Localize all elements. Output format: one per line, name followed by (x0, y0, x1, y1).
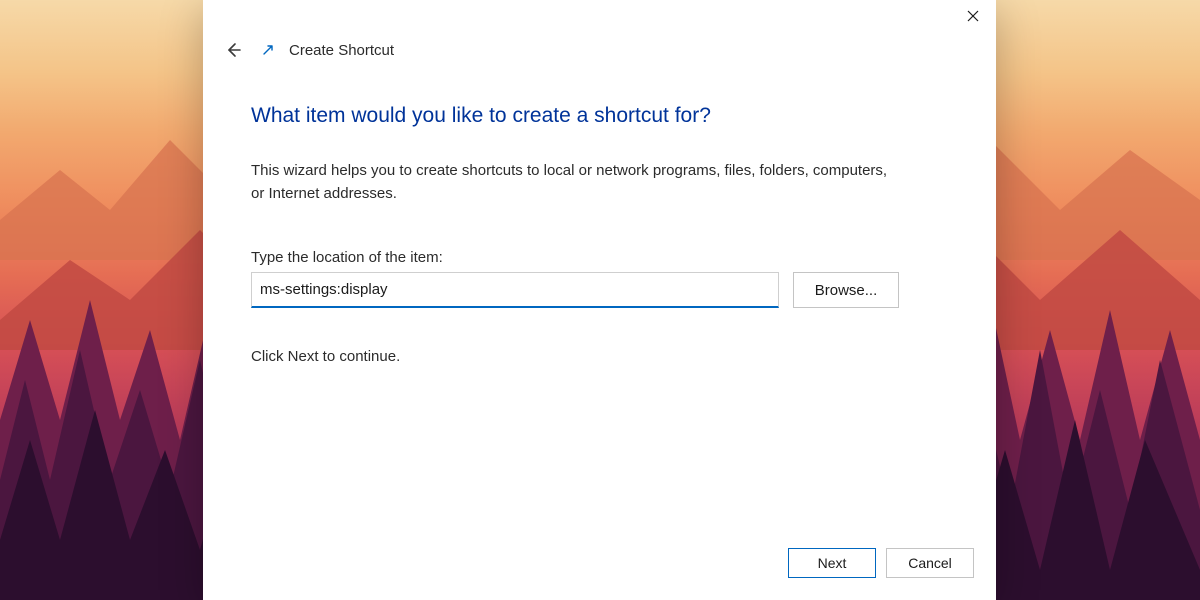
back-button[interactable] (219, 36, 247, 64)
dialog-content: What item would you like to create a sho… (203, 64, 996, 540)
location-label: Type the location of the item: (251, 249, 948, 266)
dialog-footer: Next Cancel (203, 540, 996, 600)
wizard-description: This wizard helps you to create shortcut… (251, 160, 891, 205)
browse-button[interactable]: Browse... (793, 272, 899, 308)
close-icon (967, 10, 979, 22)
dialog-header: Create Shortcut (203, 32, 996, 64)
cancel-button[interactable]: Cancel (886, 548, 974, 578)
continue-hint: Click Next to continue. (251, 348, 948, 365)
back-arrow-icon (224, 41, 242, 59)
next-button[interactable]: Next (788, 548, 876, 578)
dialog-title: Create Shortcut (289, 42, 394, 59)
location-row: Browse... (251, 272, 948, 308)
close-button[interactable] (950, 0, 996, 32)
create-shortcut-dialog: Create Shortcut What item would you like… (203, 0, 996, 600)
location-input[interactable] (251, 272, 779, 308)
page-heading: What item would you like to create a sho… (251, 104, 948, 128)
shortcut-icon (261, 43, 275, 57)
titlebar (203, 0, 996, 32)
